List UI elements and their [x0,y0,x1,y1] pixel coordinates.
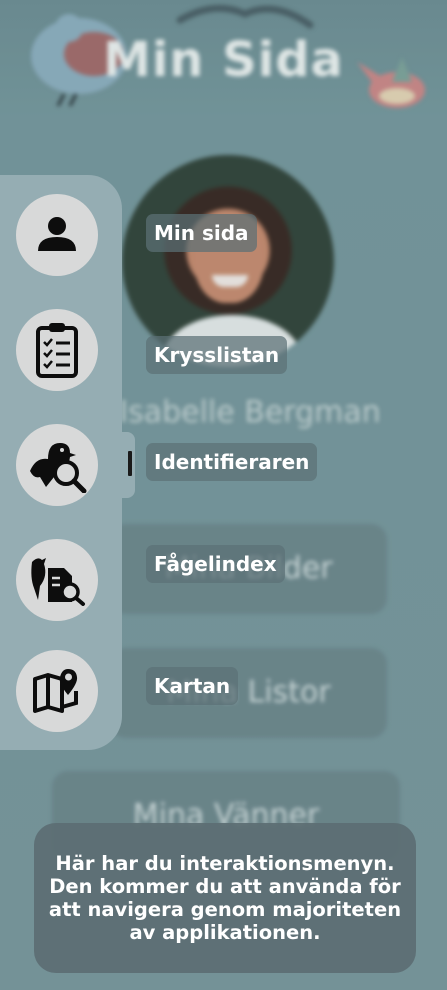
menu-item-fagelindex[interactable] [16,539,98,621]
bird-search-icon [30,443,87,493]
menu-label-identifieraren: Identifieraren [146,443,318,481]
onboarding-tooltip[interactable]: Här har du interaktionsmenyn. Den kommer… [34,823,416,973]
menu-item-identifieraren[interactable] [16,424,98,506]
map-pin-icon [33,669,78,713]
user-icon [38,217,76,251]
menu-item-krysslistan[interactable] [16,309,98,391]
menu-label-fagelindex: Fågelindex [146,545,285,583]
bird-index-icon [31,558,85,606]
menu-item-kartan[interactable] [16,650,98,732]
menu-label-min-sida: Min sida [146,214,257,252]
menu-handle[interactable] [118,432,135,498]
tooltip-text: Här har du interaktionsmenyn. Den kommer… [48,852,402,944]
checklist-icon [36,323,78,378]
menu-label-kartan: Kartan [146,667,239,705]
menu-label-krysslistan: Krysslistan [146,336,288,374]
menu-item-min-sida[interactable] [16,194,98,276]
menu-handle-grip [128,451,132,476]
